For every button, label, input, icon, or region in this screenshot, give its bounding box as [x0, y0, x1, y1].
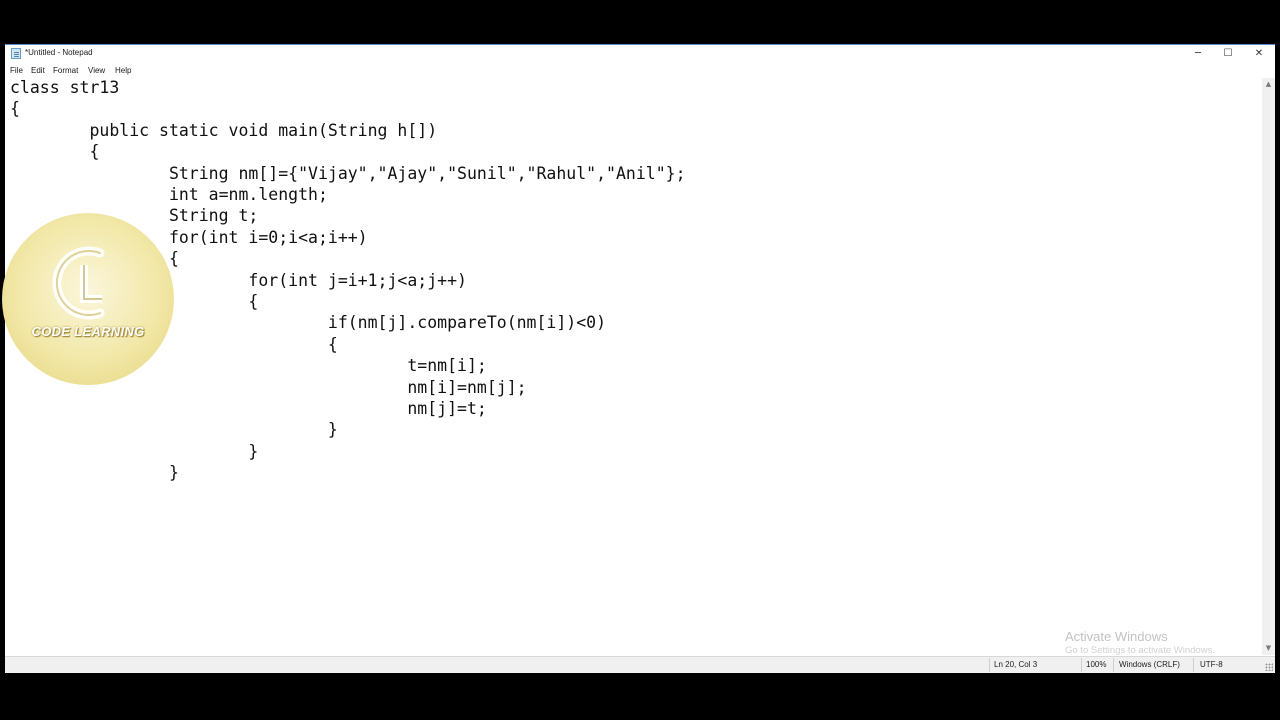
logo-text: CODE LEARNING	[31, 324, 145, 339]
code-line: }	[10, 463, 179, 482]
code-line: {	[10, 99, 20, 118]
line-ending: Windows (CRLF)	[1119, 660, 1180, 669]
menu-bar: File Edit Format View Help	[5, 64, 1275, 78]
code-line: public static void main(String h[])	[10, 121, 438, 140]
code-line: class str13	[10, 78, 120, 97]
vertical-scrollbar[interactable]: ▲ ▼	[1262, 78, 1275, 655]
menu-format[interactable]: Format	[53, 66, 78, 75]
cursor-position: Ln 20, Col 3	[994, 660, 1038, 669]
status-divider	[1113, 658, 1114, 672]
notepad-window: *Untitled - Notepad ─ ☐ ✕ File Edit Form…	[5, 44, 1275, 673]
activate-windows-title: Activate Windows	[1065, 629, 1168, 644]
code-line: nm[j]=t;	[10, 399, 487, 418]
status-divider	[989, 658, 990, 672]
code-line: }	[10, 442, 259, 461]
minimize-button[interactable]: ─	[1183, 45, 1213, 62]
status-divider	[1081, 658, 1082, 672]
window-title: *Untitled - Notepad	[25, 48, 93, 57]
activate-windows-watermark: Activate Windows Go to Settings to activ…	[1065, 629, 1215, 656]
text-editor-area[interactable]: class str13 { public static void main(St…	[5, 78, 1262, 655]
notepad-app-icon	[11, 48, 21, 59]
code-line: {	[10, 142, 100, 161]
menu-help[interactable]: Help	[115, 66, 131, 75]
cl-monogram-icon	[52, 246, 105, 320]
menu-edit[interactable]: Edit	[31, 66, 45, 75]
title-bar[interactable]: *Untitled - Notepad ─ ☐ ✕	[5, 45, 1275, 62]
menu-file[interactable]: File	[10, 66, 23, 75]
code-line: int a=nm.length;	[10, 185, 328, 204]
encoding: UTF-8	[1200, 660, 1223, 669]
code-learning-logo: CODE LEARNING	[2, 213, 174, 385]
code-line: String nm[]={"Vijay","Ajay","Sunil","Rah…	[10, 164, 686, 183]
scroll-down-arrow-icon[interactable]: ▼	[1262, 642, 1275, 655]
status-bar: Ln 20, Col 3 100% Windows (CRLF) UTF-8	[5, 656, 1275, 673]
resize-grip-icon[interactable]	[1265, 663, 1273, 671]
scroll-up-arrow-icon[interactable]: ▲	[1262, 78, 1275, 91]
zoom-level: 100%	[1086, 660, 1107, 669]
close-button[interactable]: ✕	[1244, 45, 1274, 62]
activate-windows-subtitle: Go to Settings to activate Windows.	[1065, 645, 1215, 656]
code-line: }	[10, 420, 338, 439]
status-divider	[1193, 658, 1194, 672]
menu-view[interactable]: View	[88, 66, 105, 75]
maximize-button[interactable]: ☐	[1213, 45, 1243, 62]
